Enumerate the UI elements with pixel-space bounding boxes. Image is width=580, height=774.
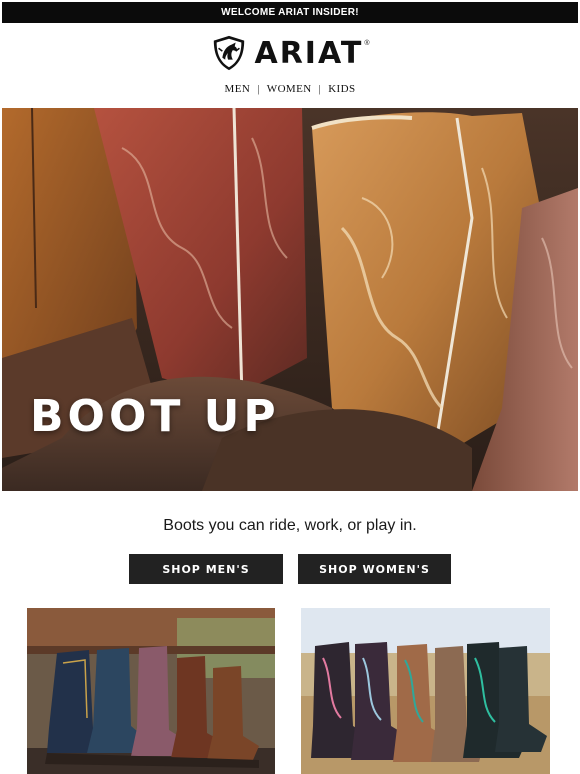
main-nav: MEN | WOMEN | KIDS bbox=[0, 80, 580, 98]
womens-boots-image[interactable] bbox=[301, 608, 550, 774]
brand-name: ARIAT bbox=[254, 35, 364, 71]
brand-logo[interactable]: ARIAT ® bbox=[0, 32, 580, 74]
top-banner-text: WELCOME ARIAT INSIDER! bbox=[221, 7, 359, 18]
hero-title: BOOT UP bbox=[30, 391, 280, 442]
registered-mark: ® bbox=[364, 40, 370, 47]
nav-separator: | bbox=[318, 83, 322, 95]
nav-item-women[interactable]: WOMEN bbox=[267, 83, 312, 95]
hero-image[interactable]: BOOT UP bbox=[2, 108, 578, 491]
womens-boots-photo bbox=[301, 608, 550, 774]
top-banner: WELCOME ARIAT INSIDER! bbox=[2, 2, 578, 23]
shop-womens-button[interactable]: SHOP WOMEN'S bbox=[298, 554, 451, 584]
nav-item-kids[interactable]: KIDS bbox=[328, 83, 355, 95]
ariat-horse-shield-icon bbox=[214, 35, 245, 71]
tagline: Boots you can ride, work, or play in. bbox=[163, 517, 417, 534]
shop-mens-button[interactable]: SHOP MEN'S bbox=[129, 554, 283, 584]
nav-separator: | bbox=[257, 83, 260, 95]
nav-item-men[interactable]: MEN bbox=[225, 83, 251, 95]
mens-boots-photo bbox=[27, 608, 275, 774]
mens-boots-image[interactable] bbox=[27, 608, 275, 774]
